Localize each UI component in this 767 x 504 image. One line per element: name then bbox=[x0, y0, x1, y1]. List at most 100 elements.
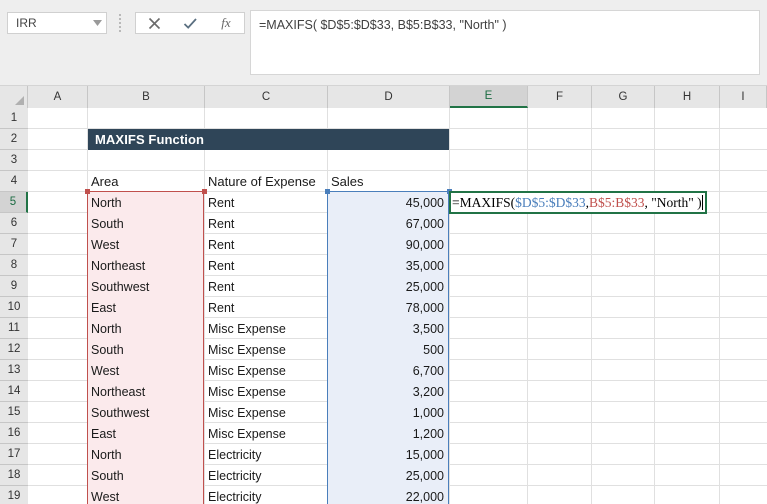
cell-nature-of-expense[interactable]: Electricity bbox=[205, 444, 327, 465]
cell-nature-of-expense[interactable]: Rent bbox=[205, 297, 327, 318]
formula-token-blue: $D$5:$D$33 bbox=[515, 194, 586, 210]
row-header-9[interactable]: 9 bbox=[0, 276, 28, 297]
cell-nature-of-expense[interactable]: Misc Expense bbox=[205, 360, 327, 381]
name-box[interactable]: IRR bbox=[7, 12, 107, 34]
cell-area[interactable]: Southwest bbox=[88, 402, 204, 423]
row-header-15[interactable]: 15 bbox=[0, 402, 28, 423]
gridline bbox=[591, 108, 592, 504]
column-header-a[interactable]: A bbox=[28, 86, 88, 108]
cell-canvas: MAXIFS Function Area Nature of Expense S… bbox=[28, 108, 767, 504]
header-area: Area bbox=[91, 174, 119, 189]
cell-sales[interactable]: 25,000 bbox=[328, 465, 449, 486]
row-headers: 1 2 3 4 5 6 7 8 9 10 11 12 13 14 15 16 17 18 19 bbox=[0, 108, 28, 504]
row-header-7[interactable]: 7 bbox=[0, 234, 28, 255]
name-box-value: IRR bbox=[16, 16, 37, 30]
formula-input[interactable]: =MAXIFS( $D$5:$D$33, B$5:B$33, "North" ) bbox=[250, 10, 760, 75]
row-header-5[interactable]: 5 bbox=[0, 192, 28, 213]
cell-sales[interactable]: 22,000 bbox=[328, 486, 449, 504]
gridline bbox=[527, 108, 528, 504]
cell-nature-of-expense[interactable]: Rent bbox=[205, 213, 327, 234]
formula-bar-area: IRR fx =MAXIFS( $D$5:$D$33, B$5:B$33, "N… bbox=[0, 0, 767, 86]
cell-area[interactable]: East bbox=[88, 297, 204, 318]
check-icon[interactable] bbox=[172, 13, 208, 33]
active-cell-editor[interactable]: =MAXIFS( $D$5:$D$33, B$5:B$33, "North" ) bbox=[449, 191, 707, 214]
row-header-13[interactable]: 13 bbox=[0, 360, 28, 381]
cell-nature-of-expense[interactable]: Misc Expense bbox=[205, 339, 327, 360]
cell-area[interactable]: West bbox=[88, 360, 204, 381]
column-header-i[interactable]: I bbox=[720, 86, 767, 108]
spreadsheet-grid: ABCDEFGHI 1 2 3 4 5 6 7 8 9 10 11 12 13 14 15 16 17 18 19 … bbox=[0, 86, 767, 504]
cell-sales[interactable]: 90,000 bbox=[328, 234, 449, 255]
cell-sales[interactable]: 15,000 bbox=[328, 444, 449, 465]
column-header-e[interactable]: E bbox=[450, 86, 528, 108]
cell-nature-of-expense[interactable]: Rent bbox=[205, 276, 327, 297]
cell-nature-of-expense[interactable]: Rent bbox=[205, 234, 327, 255]
cell-area[interactable]: North bbox=[88, 444, 204, 465]
cell-area[interactable]: North bbox=[88, 318, 204, 339]
cell-nature-of-expense[interactable]: Electricity bbox=[205, 486, 327, 504]
cell-area[interactable]: Northeast bbox=[88, 255, 204, 276]
column-header-d[interactable]: D bbox=[328, 86, 450, 108]
gridline bbox=[719, 108, 720, 504]
cell-sales[interactable]: 25,000 bbox=[328, 276, 449, 297]
cell-sales[interactable]: 3,200 bbox=[328, 381, 449, 402]
column-header-g[interactable]: G bbox=[592, 86, 655, 108]
name-box-resize-handle[interactable] bbox=[118, 14, 122, 32]
cell-sales[interactable]: 78,000 bbox=[328, 297, 449, 318]
fx-icon[interactable]: fx bbox=[208, 13, 244, 33]
cell-sales[interactable]: 67,000 bbox=[328, 213, 449, 234]
title-banner: MAXIFS Function bbox=[88, 129, 449, 150]
row-header-11[interactable]: 11 bbox=[0, 318, 28, 339]
cell-sales[interactable]: 500 bbox=[328, 339, 449, 360]
cell-area[interactable]: South bbox=[88, 465, 204, 486]
formula-token-plain: , "North" ) bbox=[644, 194, 702, 210]
cell-sales[interactable]: 3,500 bbox=[328, 318, 449, 339]
row-header-17[interactable]: 17 bbox=[0, 444, 28, 465]
row-header-12[interactable]: 12 bbox=[0, 339, 28, 360]
cell-sales[interactable]: 45,000 bbox=[328, 192, 449, 213]
row-header-8[interactable]: 8 bbox=[0, 255, 28, 276]
cell-sales[interactable]: 35,000 bbox=[328, 255, 449, 276]
row-header-18[interactable]: 18 bbox=[0, 465, 28, 486]
cell-area[interactable]: East bbox=[88, 423, 204, 444]
cell-nature-of-expense[interactable]: Misc Expense bbox=[205, 402, 327, 423]
row-header-14[interactable]: 14 bbox=[0, 381, 28, 402]
chevron-down-icon[interactable] bbox=[88, 13, 106, 33]
cell-area[interactable]: North bbox=[88, 192, 204, 213]
cell-nature-of-expense[interactable]: Misc Expense bbox=[205, 381, 327, 402]
header-sales: Sales bbox=[331, 174, 364, 189]
text-caret bbox=[701, 195, 703, 210]
cell-area[interactable]: South bbox=[88, 213, 204, 234]
cell-area[interactable]: West bbox=[88, 486, 204, 504]
formula-token-red: B$5:B$33 bbox=[589, 194, 645, 210]
column-header-f[interactable]: F bbox=[528, 86, 592, 108]
row-header-19[interactable]: 19 bbox=[0, 486, 28, 504]
insert-function-label: fx bbox=[221, 15, 231, 30]
cell-nature-of-expense[interactable]: Rent bbox=[205, 192, 327, 213]
cell-nature-of-expense[interactable]: Electricity bbox=[205, 465, 327, 486]
cell-nature-of-expense[interactable]: Misc Expense bbox=[205, 318, 327, 339]
column-header-b[interactable]: B bbox=[88, 86, 205, 108]
close-icon[interactable] bbox=[136, 13, 172, 33]
cell-nature-of-expense[interactable]: Misc Expense bbox=[205, 423, 327, 444]
column-header-h[interactable]: H bbox=[655, 86, 720, 108]
cell-sales[interactable]: 6,700 bbox=[328, 360, 449, 381]
cell-area[interactable]: West bbox=[88, 234, 204, 255]
cell-area[interactable]: Northeast bbox=[88, 381, 204, 402]
row-header-10[interactable]: 10 bbox=[0, 297, 28, 318]
column-header-c[interactable]: C bbox=[205, 86, 328, 108]
cell-sales[interactable]: 1,000 bbox=[328, 402, 449, 423]
row-header-4[interactable]: 4 bbox=[0, 171, 28, 192]
formula-action-buttons: fx bbox=[135, 12, 245, 34]
row-header-3[interactable]: 3 bbox=[0, 150, 28, 171]
formula-text: =MAXIFS( $D$5:$D$33, B$5:B$33, "North" ) bbox=[259, 18, 507, 32]
row-header-2[interactable]: 2 bbox=[0, 129, 28, 150]
cell-sales[interactable]: 1,200 bbox=[328, 423, 449, 444]
cell-nature-of-expense[interactable]: Rent bbox=[205, 255, 327, 276]
select-all-corner[interactable] bbox=[0, 86, 28, 108]
row-header-16[interactable]: 16 bbox=[0, 423, 28, 444]
cell-area[interactable]: Southwest bbox=[88, 276, 204, 297]
row-header-6[interactable]: 6 bbox=[0, 213, 28, 234]
cell-area[interactable]: South bbox=[88, 339, 204, 360]
row-header-1[interactable]: 1 bbox=[0, 108, 28, 129]
